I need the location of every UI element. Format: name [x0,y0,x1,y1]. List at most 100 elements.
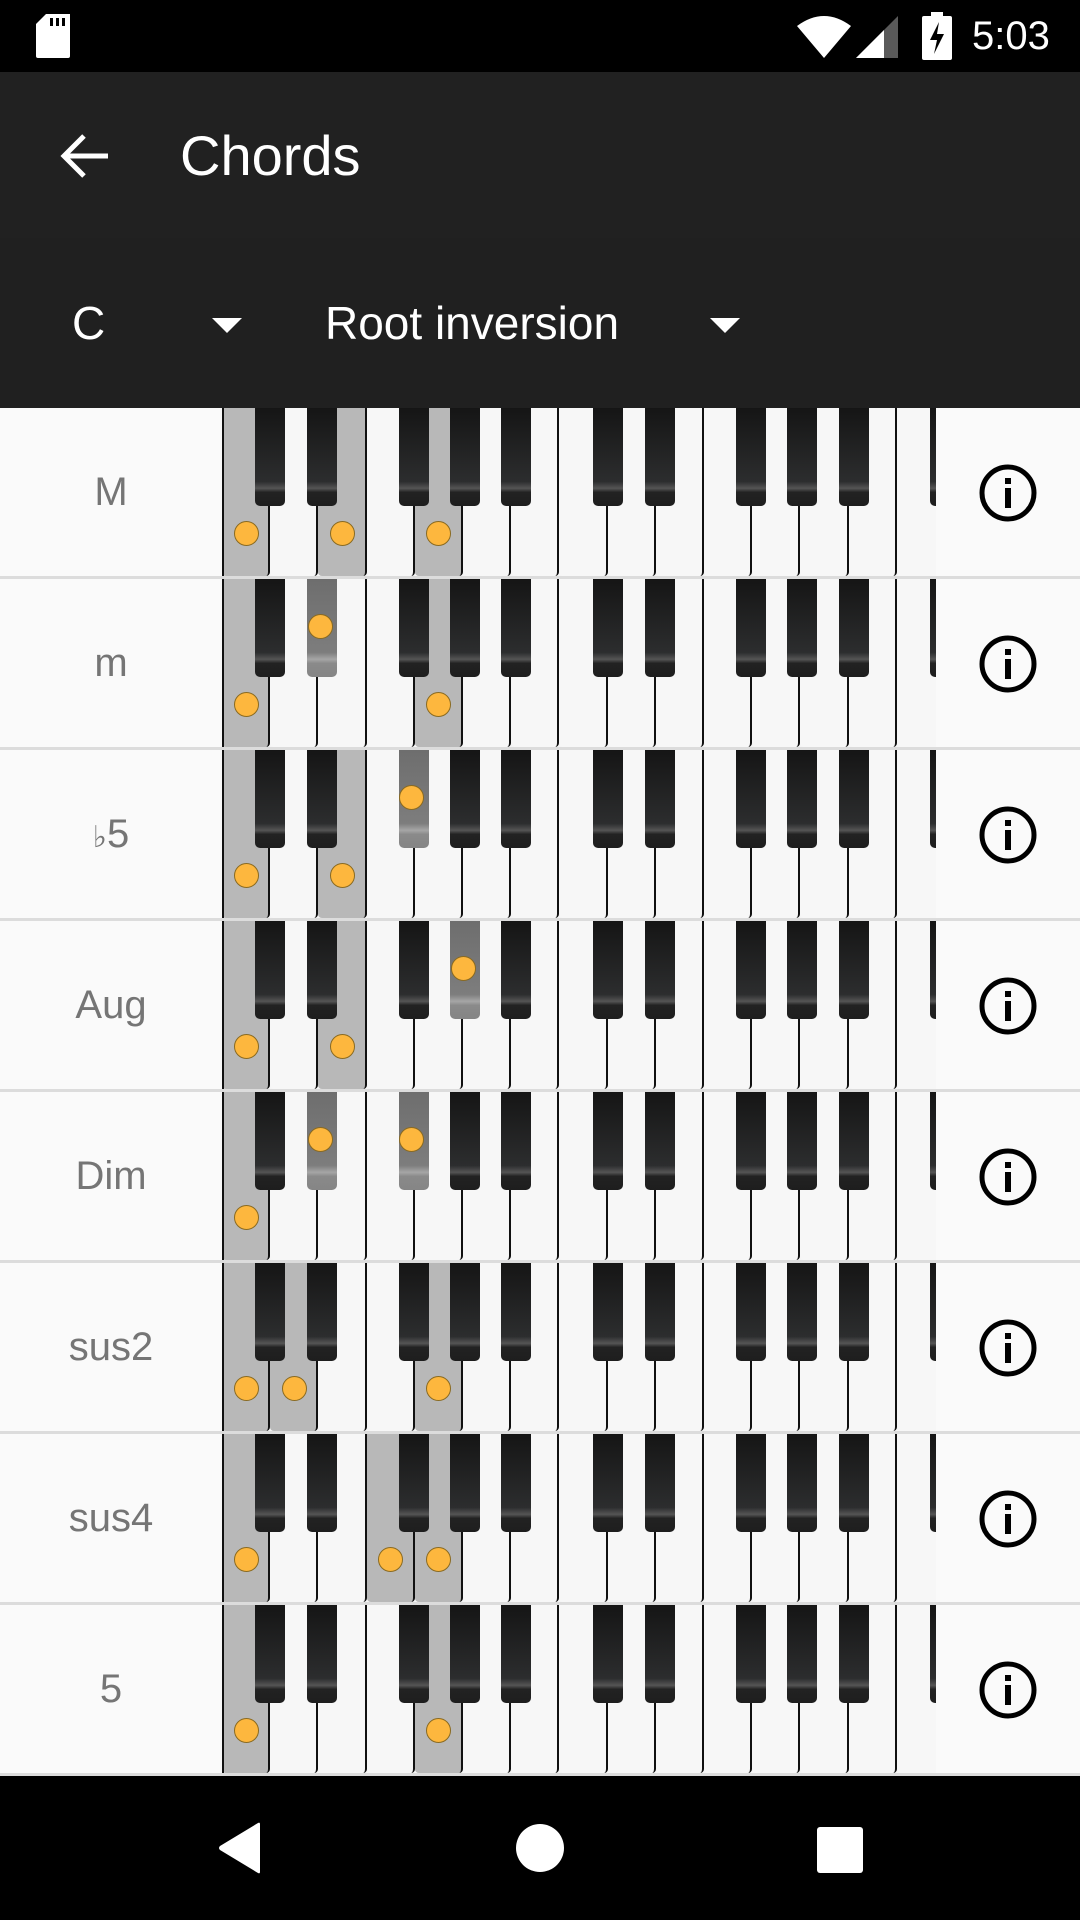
black-key-g-sharp[interactable] [450,750,480,848]
black-key-a-sharp[interactable] [838,579,869,677]
black-key-g-sharp[interactable] [787,579,818,677]
black-key-g-sharp[interactable] [787,408,818,506]
black-key-c-sharp[interactable] [930,750,936,848]
back-arrow-icon[interactable] [56,128,112,184]
black-key-g-sharp[interactable] [450,1434,480,1532]
black-key-f-sharp[interactable] [736,1092,767,1190]
black-key-g-sharp[interactable] [450,408,480,506]
black-key-a-sharp[interactable] [838,750,869,848]
black-key-d-sharp[interactable] [644,1092,675,1190]
black-key-d-sharp[interactable] [644,579,675,677]
black-key-c-sharp[interactable] [592,1092,623,1190]
black-key-d-sharp[interactable] [307,750,338,848]
black-key-d-sharp[interactable] [644,1605,675,1703]
black-key-g-sharp[interactable] [787,1263,818,1361]
info-icon[interactable] [978,463,1038,523]
black-key-a-sharp[interactable] [501,579,532,677]
info-icon[interactable] [978,1489,1038,1549]
black-key-a-sharp[interactable] [838,408,869,506]
black-key-f-sharp[interactable] [736,1263,767,1361]
black-key-d-sharp[interactable] [644,750,675,848]
black-key-c-sharp[interactable] [255,1605,286,1703]
black-key-c-sharp[interactable] [930,1092,936,1190]
black-key-f-sharp[interactable] [398,921,429,1019]
nav-back-icon[interactable] [218,1822,262,1874]
black-key-g-sharp[interactable] [450,1605,480,1703]
black-key-a-sharp[interactable] [501,1605,532,1703]
black-key-c-sharp[interactable] [592,1263,623,1361]
piano-keyboard[interactable] [222,750,936,918]
black-key-c-sharp[interactable] [255,1263,286,1361]
black-key-g-sharp[interactable] [787,1434,818,1532]
piano-keyboard[interactable] [222,921,936,1089]
black-key-d-sharp[interactable] [307,408,338,506]
black-key-f-sharp[interactable] [398,408,429,506]
root-note-dropdown[interactable]: C [72,288,252,358]
piano-keyboard[interactable] [222,1263,936,1431]
black-key-f-sharp[interactable] [736,579,767,677]
black-key-f-sharp[interactable] [398,1263,429,1361]
black-key-c-sharp[interactable] [592,1434,623,1532]
black-key-f-sharp[interactable] [398,1434,429,1532]
black-key-f-sharp[interactable] [398,1605,429,1703]
info-icon[interactable] [978,1318,1038,1378]
black-key-c-sharp[interactable] [592,921,623,1019]
info-icon[interactable] [978,1147,1038,1207]
black-key-c-sharp[interactable] [592,579,623,677]
black-key-g-sharp[interactable] [450,579,480,677]
piano-keyboard[interactable] [222,579,936,747]
black-key-c-sharp[interactable] [930,1605,936,1703]
black-key-d-sharp[interactable] [307,921,338,1019]
black-key-c-sharp[interactable] [592,1605,623,1703]
black-key-a-sharp[interactable] [838,1092,869,1190]
black-key-g-sharp[interactable] [450,1092,480,1190]
black-key-c-sharp[interactable] [255,1092,286,1190]
black-key-c-sharp[interactable] [255,750,286,848]
black-key-c-sharp[interactable] [930,1434,936,1532]
black-key-c-sharp[interactable] [255,1434,286,1532]
black-key-d-sharp[interactable] [644,408,675,506]
black-key-g-sharp[interactable] [787,1605,818,1703]
black-key-c-sharp[interactable] [255,921,286,1019]
black-key-a-sharp[interactable] [838,1605,869,1703]
black-key-a-sharp[interactable] [838,1263,869,1361]
black-key-a-sharp[interactable] [501,1434,532,1532]
black-key-d-sharp[interactable] [644,921,675,1019]
black-key-d-sharp[interactable] [644,1434,675,1532]
black-key-c-sharp[interactable] [255,579,286,677]
piano-keyboard[interactable] [222,1434,936,1602]
piano-keyboard[interactable] [222,1605,936,1773]
info-icon[interactable] [978,805,1038,865]
black-key-f-sharp[interactable] [398,579,429,677]
info-icon[interactable] [978,976,1038,1036]
black-key-f-sharp[interactable] [736,921,767,1019]
black-key-c-sharp[interactable] [592,408,623,506]
nav-recents-icon[interactable] [817,1827,863,1873]
black-key-g-sharp[interactable] [787,921,818,1019]
black-key-c-sharp[interactable] [930,408,936,506]
black-key-f-sharp[interactable] [736,1605,767,1703]
piano-keyboard[interactable] [222,408,936,576]
info-icon[interactable] [978,634,1038,694]
black-key-d-sharp[interactable] [644,1263,675,1361]
info-icon[interactable] [978,1660,1038,1720]
piano-keyboard[interactable] [222,1092,936,1260]
black-key-d-sharp[interactable] [307,1605,338,1703]
black-key-g-sharp[interactable] [450,1263,480,1361]
black-key-f-sharp[interactable] [736,1434,767,1532]
black-key-a-sharp[interactable] [838,921,869,1019]
black-key-f-sharp[interactable] [736,750,767,848]
black-key-c-sharp[interactable] [592,750,623,848]
nav-home-icon[interactable] [516,1824,564,1872]
black-key-a-sharp[interactable] [501,1263,532,1361]
black-key-d-sharp[interactable] [307,1263,338,1361]
black-key-a-sharp[interactable] [838,1434,869,1532]
black-key-c-sharp[interactable] [930,579,936,677]
black-key-c-sharp[interactable] [930,921,936,1019]
black-key-g-sharp[interactable] [787,750,818,848]
inversion-dropdown[interactable]: Root inversion [325,288,755,358]
black-key-a-sharp[interactable] [501,1092,532,1190]
black-key-a-sharp[interactable] [501,750,532,848]
black-key-c-sharp[interactable] [255,408,286,506]
black-key-c-sharp[interactable] [930,1263,936,1361]
